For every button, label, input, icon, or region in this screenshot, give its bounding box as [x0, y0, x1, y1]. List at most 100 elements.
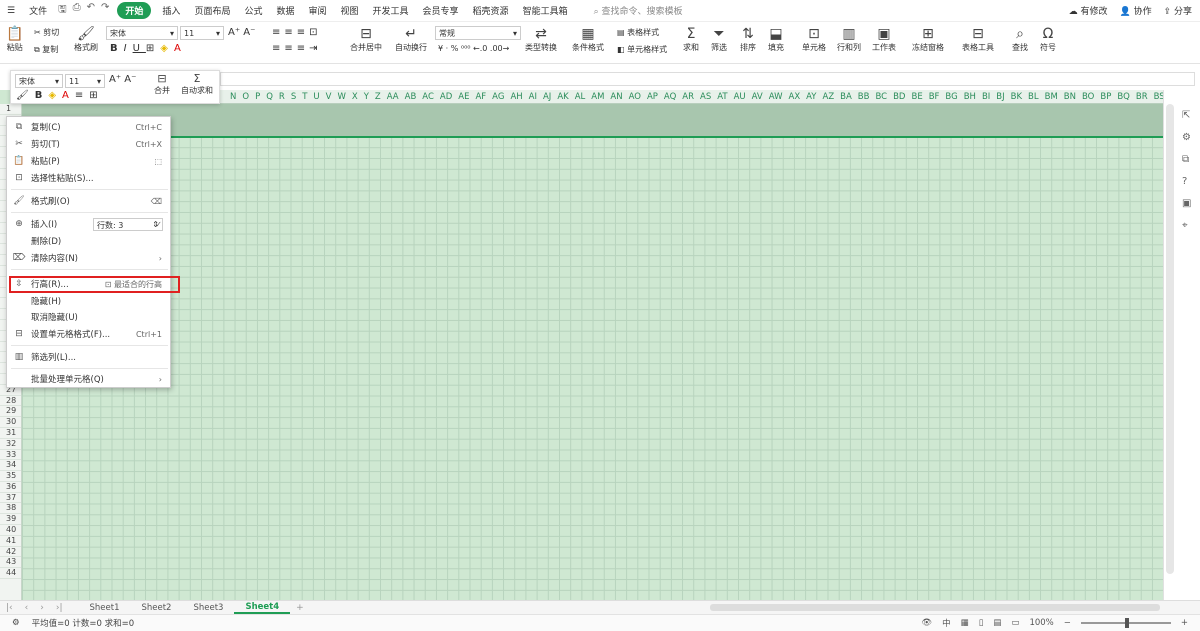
paste-button[interactable]: 📋 粘贴: [6, 26, 23, 53]
column-header[interactable]: BS: [1151, 90, 1163, 103]
filter-button[interactable]: ⏷ 筛选: [711, 26, 727, 53]
row-header[interactable]: 34: [0, 460, 21, 472]
cell-style-button[interactable]: ◧ 单元格样式: [617, 44, 667, 55]
location-icon[interactable]: ⌖: [1182, 220, 1188, 231]
column-header[interactable]: BB: [855, 90, 873, 103]
border-icon[interactable]: ⊞: [146, 43, 160, 54]
mini-font-name[interactable]: 宋体 ▾: [15, 74, 63, 88]
menu-data[interactable]: 数据: [269, 4, 301, 17]
menu-icon[interactable]: ☰: [0, 6, 22, 16]
mini-align-icon[interactable]: ≡: [75, 90, 83, 101]
column-header[interactable]: AI: [526, 90, 540, 103]
cell-grid[interactable]: [22, 104, 1163, 600]
zoom-knob[interactable]: [1124, 618, 1129, 628]
ctx-unhide[interactable]: 取消隐藏(U): [7, 309, 172, 325]
row-header[interactable]: 42: [0, 547, 21, 558]
column-header[interactable]: AD: [437, 90, 455, 103]
menu-insert[interactable]: 插入: [155, 4, 187, 17]
column-header[interactable]: BC: [872, 90, 890, 103]
ctx-delete[interactable]: 删除(D): [7, 233, 172, 249]
column-header[interactable]: Q: [263, 90, 276, 103]
bold-icon[interactable]: B: [110, 43, 124, 54]
number-format-buttons[interactable]: ¥ · % ⁰⁰⁰ ←.0 .00→: [438, 44, 509, 53]
ctx-cell-format[interactable]: ⊟ 设置单元格格式(F)... Ctrl+1: [7, 326, 172, 342]
paste-options-icon[interactable]: ⬚: [154, 157, 172, 166]
row-header[interactable]: 40: [0, 525, 21, 536]
column-header[interactable]: AE: [455, 90, 472, 103]
vertical-scrollbar[interactable]: [1166, 104, 1174, 574]
column-header[interactable]: BK: [1008, 90, 1025, 103]
print-icon[interactable]: ⎙: [73, 2, 81, 19]
first-sheet-icon[interactable]: |‹: [0, 603, 19, 613]
help-icon[interactable]: ?: [1182, 176, 1187, 187]
column-header[interactable]: BE: [908, 90, 925, 103]
zoom-out-icon[interactable]: −: [1064, 618, 1071, 628]
formula-input[interactable]: [220, 72, 1195, 86]
freeze-button[interactable]: ⊞ 冻结窗格: [912, 26, 944, 53]
worksheet-button[interactable]: ▣ 工作表: [872, 26, 896, 53]
last-sheet-icon[interactable]: ›|: [50, 603, 69, 613]
ctx-hide[interactable]: 隐藏(H): [7, 293, 172, 309]
column-header[interactable]: BH: [961, 90, 979, 103]
undo-icon[interactable]: ↶: [87, 2, 95, 19]
column-header[interactable]: AQ: [661, 90, 679, 103]
page-break-icon[interactable]: ▤: [993, 618, 1001, 628]
row-count-input[interactable]: 行数: 3 ⇕: [93, 218, 163, 231]
copy-icon[interactable]: ⧉: [1182, 154, 1189, 165]
tab-sheet1[interactable]: Sheet1: [79, 603, 131, 613]
column-header[interactable]: AC: [419, 90, 437, 103]
column-header[interactable]: AY: [803, 90, 819, 103]
align-bottom-row[interactable]: ≡≡≡⇥: [272, 43, 322, 54]
row-header[interactable]: 31: [0, 428, 21, 439]
select-icon[interactable]: ⇱: [1182, 110, 1190, 121]
column-header[interactable]: N: [227, 90, 239, 103]
merge-center-button[interactable]: ⊟ 合并居中: [350, 26, 382, 53]
column-header[interactable]: O: [239, 90, 252, 103]
table-style-button[interactable]: ▤ 表格样式: [617, 27, 659, 38]
find-button[interactable]: ⌕ 查找: [1012, 26, 1028, 53]
font-style-buttons[interactable]: BIU⊞◈A: [110, 43, 187, 54]
column-header[interactable]: R: [276, 90, 288, 103]
row-header[interactable]: 41: [0, 536, 21, 547]
column-header[interactable]: AG: [489, 90, 507, 103]
reading-view-icon[interactable]: ▭: [1011, 618, 1019, 628]
column-header[interactable]: BQ: [1114, 90, 1133, 103]
column-header[interactable]: V: [323, 90, 335, 103]
menu-formula[interactable]: 公式: [237, 4, 269, 17]
column-header[interactable]: AW: [766, 90, 786, 103]
row-header[interactable]: 35: [0, 471, 21, 482]
column-header[interactable]: AF: [472, 90, 489, 103]
next-sheet-icon[interactable]: ›: [34, 603, 50, 613]
eraser-icon[interactable]: ⌫: [151, 197, 172, 206]
ctx-batch[interactable]: 批量处理单元格(Q) ›: [7, 371, 172, 387]
prev-sheet-icon[interactable]: ‹: [19, 603, 35, 613]
ctx-copy[interactable]: ⧉ 复制(C) Ctrl+C: [7, 119, 172, 135]
column-header[interactable]: S: [288, 90, 299, 103]
row-header[interactable]: 29: [0, 406, 21, 418]
mini-font-grow-icon[interactable]: A⁺ A⁻: [109, 74, 136, 85]
column-header[interactable]: AU: [731, 90, 749, 103]
fill-button[interactable]: ⬓ 填充: [768, 26, 784, 53]
column-header[interactable]: BI: [979, 90, 993, 103]
status-icon[interactable]: ⚙: [0, 618, 20, 628]
column-header[interactable]: BM: [1042, 90, 1061, 103]
table-tools-button[interactable]: ⊟ 表格工具: [962, 26, 994, 53]
column-header[interactable]: AV: [749, 90, 766, 103]
add-sheet-icon[interactable]: +: [290, 603, 310, 613]
row-header[interactable]: 30: [0, 417, 21, 428]
horizontal-scrollbar[interactable]: [710, 604, 1160, 611]
column-header[interactable]: U: [310, 90, 322, 103]
mini-brush-icon[interactable]: 🖌: [16, 90, 29, 101]
column-header[interactable]: BJ: [993, 90, 1007, 103]
cond-format-button[interactable]: ▦ 条件格式: [572, 26, 604, 53]
row-header[interactable]: 38: [0, 503, 21, 515]
sum-button[interactable]: Σ 求和: [683, 26, 699, 53]
menu-view[interactable]: 视图: [334, 4, 366, 17]
row-header[interactable]: 28: [0, 396, 21, 407]
row-header[interactable]: 43: [0, 557, 21, 569]
column-header[interactable]: AT: [714, 90, 730, 103]
column-header[interactable]: BO: [1079, 90, 1097, 103]
mini-autosum-button[interactable]: Σ 自动求和: [181, 73, 213, 96]
ctx-clear[interactable]: ⌦ 清除内容(N) ›: [7, 250, 172, 266]
mini-merge-button[interactable]: ⊟ 合并: [154, 73, 170, 96]
